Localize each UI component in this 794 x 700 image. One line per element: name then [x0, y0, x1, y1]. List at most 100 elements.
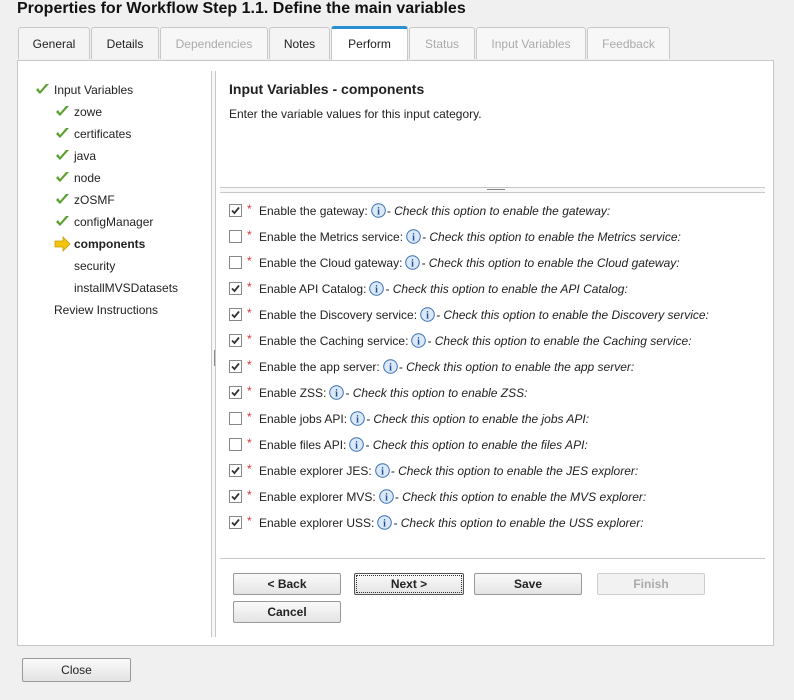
variable-text: Enable the gateway: i - Check this option … — [259, 201, 610, 221]
variable-label: Enable the Metrics service: — [259, 230, 404, 244]
info-icon[interactable]: i — [369, 281, 385, 296]
svg-text:i: i — [384, 519, 387, 530]
variable-text: Enable files API: i - Check this option to… — [259, 435, 588, 455]
variable-checkbox[interactable] — [229, 516, 242, 529]
required-marker: * — [247, 306, 252, 320]
info-icon[interactable]: i — [350, 411, 365, 426]
tab-input-variables: Input Variables — [476, 27, 586, 59]
info-icon[interactable]: i — [378, 489, 394, 504]
variable-text: Enable explorer USS: i - Check this option… — [259, 513, 644, 533]
green-check-icon — [56, 172, 69, 182]
content-area: Input Variables - components Enter the v… — [217, 61, 766, 645]
svg-text:i: i — [356, 415, 359, 426]
variable-label: Enable the Cloud gateway: — [259, 256, 403, 270]
variable-text: Enable the Caching service: i - Check this… — [259, 331, 692, 351]
button-divider — [220, 558, 765, 559]
checkmark-icon — [231, 518, 240, 527]
checkmark-icon — [231, 466, 240, 475]
info-icon[interactable]: i — [382, 359, 398, 374]
nav-item-label: configManager — [74, 215, 154, 229]
checkmark-icon — [231, 206, 240, 215]
info-icon[interactable]: i — [406, 229, 421, 244]
close-button[interactable]: Close — [22, 658, 131, 682]
info-icon[interactable]: i — [377, 515, 393, 530]
variable-description: - Check this option to enable the app se… — [398, 360, 635, 374]
variable-description: - Check this option to enable the jobs A… — [366, 412, 590, 426]
variable-description: - Check this option to enable the files … — [365, 438, 588, 452]
tab-general[interactable]: General — [18, 27, 90, 59]
tab-details[interactable]: Details — [91, 27, 159, 59]
variable-checkbox[interactable] — [229, 308, 242, 321]
svg-text:i: i — [412, 233, 415, 244]
svg-text:i: i — [335, 389, 338, 400]
green-check-icon — [56, 128, 69, 138]
variable-text: Enable jobs API: i - Check this option to … — [259, 409, 589, 429]
variable-checkbox[interactable] — [229, 360, 242, 373]
variable-checkbox[interactable] — [229, 230, 242, 243]
nav-item-label: security — [74, 259, 116, 273]
svg-text:i: i — [412, 259, 415, 270]
splitter-grip-horizontal[interactable] — [487, 189, 505, 190]
variable-description: - Check this option to enable the JES ex… — [390, 464, 639, 478]
variable-checkbox[interactable] — [229, 386, 242, 399]
variable-checkbox[interactable] — [229, 334, 242, 347]
info-icon[interactable]: i — [374, 463, 390, 478]
variable-label: Enable the gateway: — [259, 204, 368, 218]
checkmark-icon — [231, 310, 240, 319]
content-description: Enter the variable values for this input… — [229, 107, 482, 121]
variable-checkbox[interactable] — [229, 412, 242, 425]
required-marker: * — [247, 384, 252, 398]
finish-button: Finish — [597, 573, 705, 595]
info-icon[interactable]: i — [370, 203, 386, 218]
info-icon[interactable]: i — [420, 307, 435, 322]
variable-checkbox[interactable] — [229, 490, 242, 503]
svg-text:i: i — [377, 207, 380, 218]
save-button[interactable]: Save — [474, 573, 582, 595]
svg-text:i: i — [376, 285, 379, 296]
cancel-button[interactable]: Cancel — [233, 601, 341, 623]
green-check-icon — [56, 150, 69, 160]
variable-description: - Check this option to enable the API Ca… — [385, 282, 628, 296]
variable-checkbox[interactable] — [229, 204, 242, 217]
back-button[interactable]: < Back — [233, 573, 341, 595]
required-marker: * — [247, 202, 252, 216]
info-icon[interactable]: i — [405, 255, 421, 270]
variable-label: Enable API Catalog: — [259, 282, 367, 296]
nav-item-label: node — [74, 171, 101, 185]
required-marker: * — [247, 436, 252, 450]
horizontal-splitter[interactable] — [220, 187, 765, 193]
variable-checkbox[interactable] — [229, 256, 242, 269]
nav-item-label: zOSMF — [74, 193, 115, 207]
variable-label: Enable jobs API: — [259, 412, 348, 426]
required-marker: * — [247, 228, 252, 242]
nav-item-label: components — [74, 237, 146, 251]
input-category-nav: Input Variables zowe certificates java node z… — [18, 61, 212, 645]
variable-checkbox[interactable] — [229, 464, 242, 477]
checkmark-icon — [231, 336, 240, 345]
required-marker: * — [247, 462, 252, 476]
tab-notes[interactable]: Notes — [269, 27, 330, 59]
info-icon[interactable]: i — [349, 437, 365, 452]
variable-label: Enable the Discovery service: — [259, 308, 418, 322]
required-marker: * — [247, 514, 252, 528]
variable-description: - Check this option to enable ZSS: — [345, 386, 528, 400]
info-icon[interactable]: i — [411, 333, 427, 348]
checkmark-icon — [231, 362, 240, 371]
svg-text:i: i — [356, 441, 359, 452]
tab-perform[interactable]: Perform — [331, 26, 408, 60]
nav-item-label: Input Variables — [54, 83, 134, 97]
svg-text:i: i — [418, 337, 421, 348]
variable-description: - Check this option to enable the MVS ex… — [394, 490, 647, 504]
required-marker: * — [247, 280, 252, 294]
info-icon[interactable]: i — [329, 385, 345, 400]
variable-checkbox[interactable] — [229, 282, 242, 295]
svg-text:i: i — [381, 467, 384, 478]
splitter-grip[interactable] — [214, 350, 215, 366]
next-button[interactable]: Next > — [354, 573, 464, 595]
variable-label: Enable the Caching service: — [259, 334, 409, 348]
variable-description: - Check this option to enable the Cachin… — [427, 334, 692, 348]
variable-checkbox[interactable] — [229, 438, 242, 451]
variable-text: Enable the Discovery service: i - Check th… — [259, 305, 709, 325]
green-check-icon — [56, 106, 69, 116]
svg-text:i: i — [385, 493, 388, 504]
